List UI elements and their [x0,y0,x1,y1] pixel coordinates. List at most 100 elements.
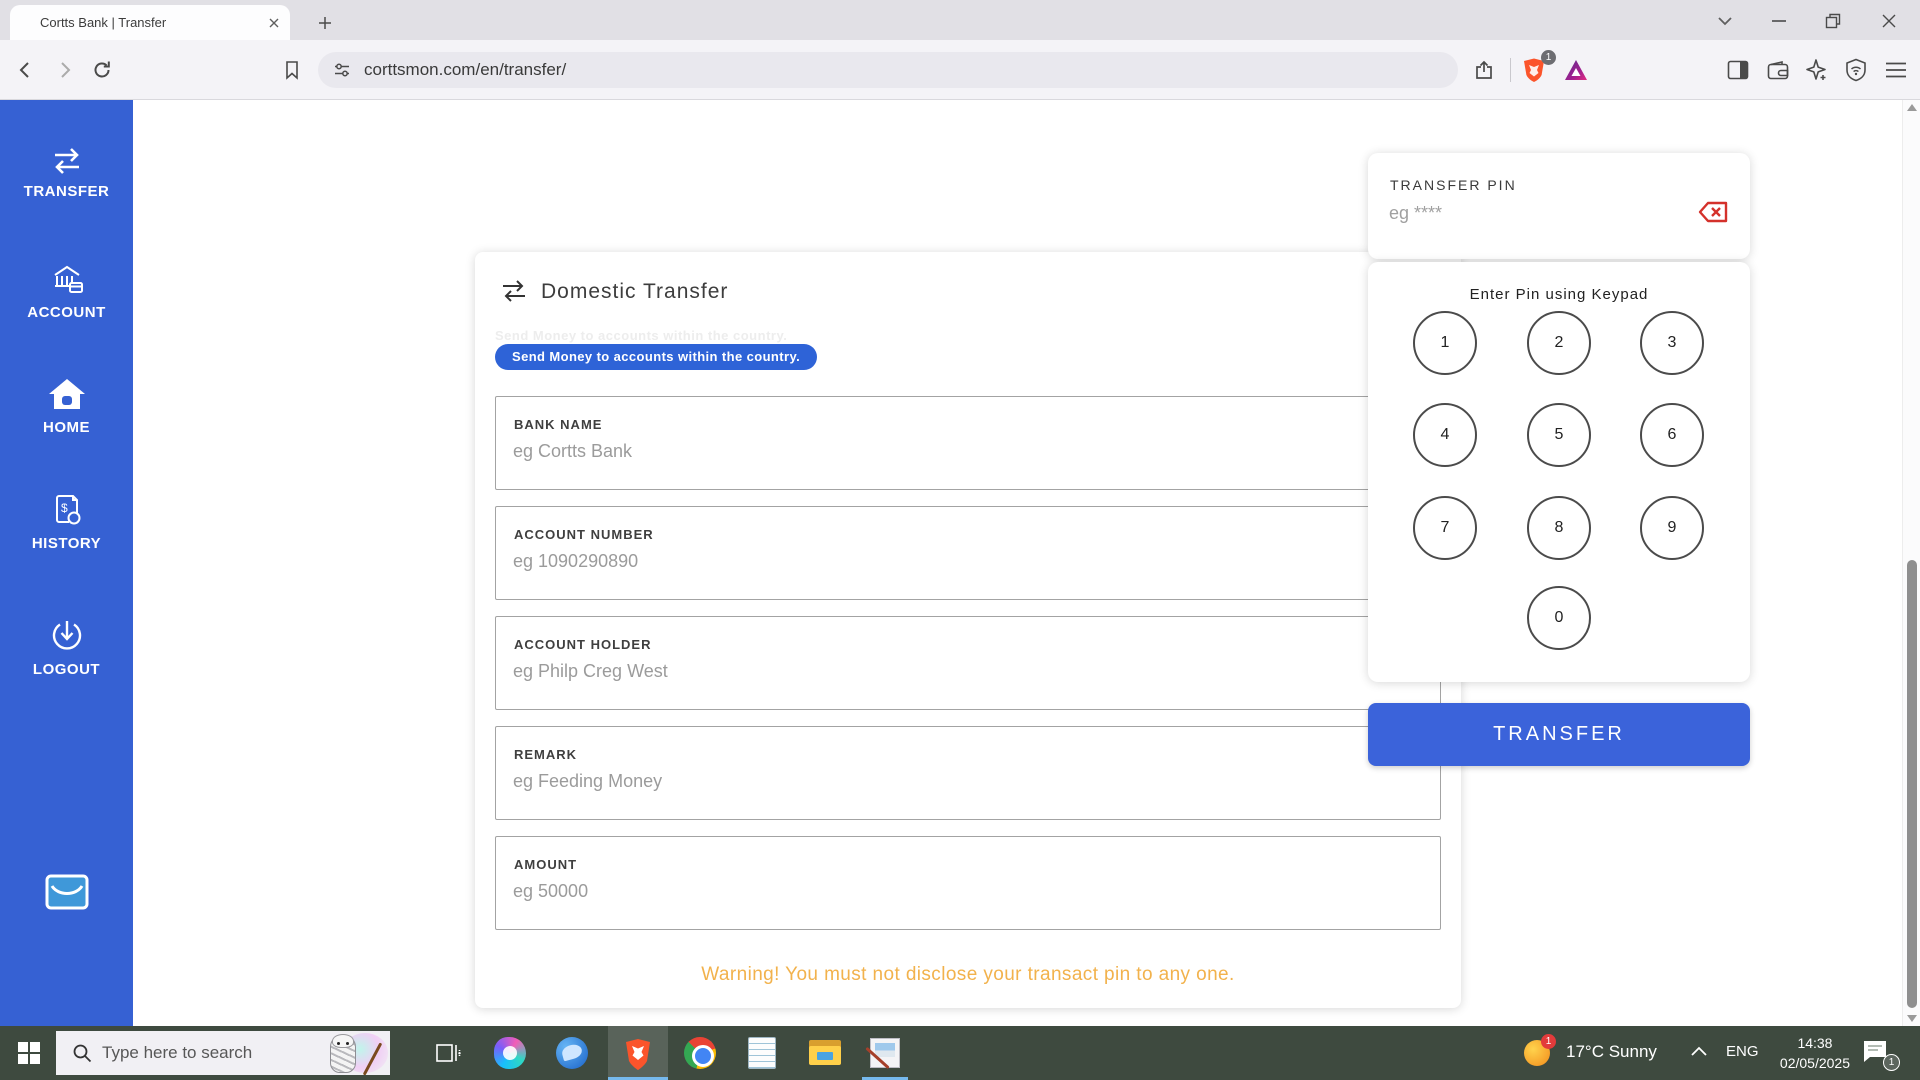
field-label: ACCOUNT NUMBER [514,527,654,542]
clock-time: 14:38 [1780,1033,1850,1053]
notepad-icon[interactable] [740,1036,784,1070]
site-settings-icon[interactable] [332,61,352,79]
vpn-shield-icon[interactable] [1840,54,1872,86]
amount-input[interactable] [513,881,1413,902]
sidebar-item-transfer[interactable]: TRANSFER [0,146,133,200]
history-icon: $ [0,492,133,528]
keypad-key-0[interactable]: 0 [1527,586,1591,650]
keypad-key-9[interactable]: 9 [1640,496,1704,560]
forward-button[interactable] [48,54,80,86]
paint-icon[interactable] [863,1036,907,1070]
account-holder-input[interactable] [513,661,1413,682]
transfer-submit-button[interactable]: TRANSFER [1368,703,1750,766]
browser-tab[interactable]: Cortts Bank | Transfer [10,5,290,40]
keypad-key-8[interactable]: 8 [1527,496,1591,560]
search-placeholder: Type here to search [102,1043,304,1063]
taskbar-search[interactable]: Type here to search [56,1031,390,1075]
chrome-icon[interactable] [678,1036,722,1070]
copilot-icon[interactable] [488,1036,532,1070]
browser-toolbar: corttsmon.com/en/transfer/ 1 [0,40,1920,100]
tab-close-icon[interactable] [268,17,280,29]
keypad-key-3[interactable]: 3 [1640,311,1704,375]
toolbar-divider [1510,58,1511,82]
keypad-key-1[interactable]: 1 [1413,311,1477,375]
mail-icon [0,870,133,914]
field-label: AMOUNT [514,857,577,872]
keypad-key-4[interactable]: 4 [1413,403,1477,467]
url-text: corttsmon.com/en/transfer/ [364,60,566,80]
bank-account-icon [0,263,133,297]
home-icon [0,376,133,412]
notification-center-icon[interactable]: 1 [1862,1039,1896,1069]
search-icon [72,1043,92,1063]
tab-title: Cortts Bank | Transfer [40,15,268,30]
tab-search-chevron-icon[interactable] [1702,7,1748,35]
mail-widget[interactable] [0,870,133,914]
amount-field: AMOUNT [495,836,1441,930]
task-view-icon[interactable] [426,1036,470,1070]
wallet-icon[interactable] [1762,54,1794,86]
sidebar-item-home[interactable]: HOME [0,376,133,436]
logout-icon [0,618,133,654]
sidebar-label: HOME [0,419,133,436]
weather-badge: 1 [1541,1034,1556,1049]
address-bar[interactable]: corttsmon.com/en/transfer/ [318,52,1458,88]
weather-text[interactable]: 17°C Sunny [1566,1042,1657,1062]
transfer-pin-label: TRANSFER PIN [1390,177,1517,193]
sidebar-panel-icon[interactable] [1722,54,1754,86]
tray-chevron-up-icon[interactable] [1690,1046,1708,1058]
account-number-field: ACCOUNT NUMBER [495,506,1441,600]
scroll-up-arrow[interactable] [1907,104,1917,111]
brave-browser-icon[interactable] [616,1036,660,1070]
back-button[interactable] [10,54,42,86]
language-indicator[interactable]: ENG [1726,1043,1759,1060]
sidebar-label: HISTORY [0,535,133,552]
sidebar-item-logout[interactable]: LOGOUT [0,618,133,678]
sidebar-label: LOGOUT [0,661,133,678]
scroll-down-arrow[interactable] [1907,1015,1917,1022]
notification-badge: 1 [1883,1054,1900,1071]
search-highlight-owl[interactable] [304,1031,390,1075]
leo-ai-icon[interactable] [1800,54,1832,86]
page-scrollbar[interactable] [1902,100,1920,1026]
keypad-key-5[interactable]: 5 [1527,403,1591,467]
browser-window: Cortts Bank | Transfer [0,0,1920,1080]
app-sidebar: TRANSFER ACCOUNT HOME $ HISTORY LOGOUT [0,100,133,1026]
sidebar-item-history[interactable]: $ HISTORY [0,492,133,552]
transfer-pin-input[interactable] [1389,203,1669,224]
clock[interactable]: 14:38 02/05/2025 [1780,1033,1850,1073]
reload-button[interactable] [86,54,118,86]
brave-rewards-icon[interactable] [1560,54,1592,86]
window-close-button[interactable] [1866,7,1912,35]
ghost-subtitle: Send Money to accounts within the countr… [495,328,787,343]
tab-strip: Cortts Bank | Transfer [0,0,1920,40]
file-explorer-icon[interactable] [803,1036,847,1070]
keypad-key-7[interactable]: 7 [1413,496,1477,560]
page-title: Domestic Transfer [541,280,728,304]
backspace-icon[interactable] [1698,201,1728,223]
window-minimize-button[interactable] [1756,7,1802,35]
weather-icon[interactable]: 1 [1524,1038,1552,1066]
new-tab-button[interactable] [312,10,338,36]
keypad-title: Enter Pin using Keypad [1368,286,1750,303]
clock-date: 02/05/2025 [1780,1053,1850,1073]
start-button[interactable] [12,1037,46,1069]
share-icon[interactable] [1468,54,1500,86]
account-number-input[interactable] [513,551,1413,572]
windows-taskbar: Type here to search [0,1026,1920,1080]
scrollbar-thumb[interactable] [1907,560,1917,1008]
sidebar-item-account[interactable]: ACCOUNT [0,263,133,321]
remark-input[interactable] [513,771,1413,792]
thunderbird-icon[interactable] [550,1036,594,1070]
keypad-key-6[interactable]: 6 [1640,403,1704,467]
keypad-key-2[interactable]: 2 [1527,311,1591,375]
remark-field: REMARK [495,726,1441,820]
pin-keypad-card: Enter Pin using Keypad 1 2 3 4 5 6 7 8 9… [1368,262,1750,682]
menu-icon[interactable] [1880,54,1912,86]
brave-shields-icon[interactable]: 1 [1518,54,1550,86]
info-pill: Send Money to accounts within the countr… [495,344,817,370]
field-label: REMARK [514,747,577,762]
window-maximize-button[interactable] [1810,7,1856,35]
bookmark-icon[interactable] [276,54,308,86]
bank-name-input[interactable] [513,441,1413,462]
